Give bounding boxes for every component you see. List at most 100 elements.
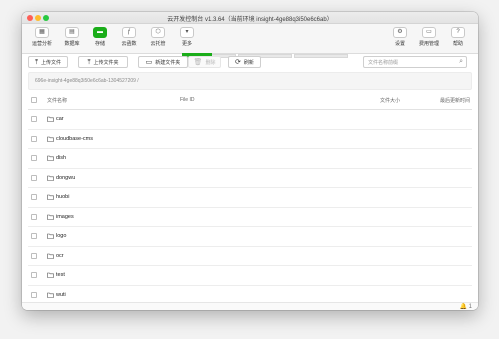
folder-icon: [47, 253, 54, 259]
toolbar-item-storage[interactable]: ▬ 存储: [86, 27, 114, 53]
row-checkbox[interactable]: [31, 252, 37, 259]
refresh-button[interactable]: ⟳ 刷新: [228, 56, 261, 68]
database-icon: ▤: [65, 27, 79, 38]
row-checkbox[interactable]: [31, 291, 37, 298]
upload-icon: ⤒: [34, 58, 39, 66]
folder-name[interactable]: dish: [56, 155, 66, 161]
toolbar-label: 存储: [94, 41, 105, 47]
storage-icon: ▬: [93, 27, 107, 38]
table-row[interactable]: car: [28, 110, 472, 130]
table-row[interactable]: huobi: [28, 188, 472, 208]
help-icon: ?: [451, 27, 465, 38]
delete-button[interactable]: 🗑 删除: [188, 56, 221, 68]
breadcrumb: 696e-insight-4ge88q3i50e6c6ab-1304527209…: [28, 72, 472, 90]
billing-icon: ▭: [422, 27, 436, 38]
column-header-name[interactable]: 文件名称: [47, 97, 67, 104]
row-checkbox[interactable]: [31, 174, 37, 181]
toolbar-item-functions[interactable]: ƒ 云函数: [115, 27, 143, 53]
row-checkbox[interactable]: [31, 116, 37, 122]
bell-icon: 🔔: [459, 304, 467, 310]
folder-icon: [47, 116, 54, 122]
folder-name[interactable]: wuti: [56, 292, 66, 298]
table-row[interactable]: dish: [28, 149, 472, 169]
file-table: 文件名称 File ID 文件大小 最后更新时间 car cloudbase-cm…: [28, 90, 472, 305]
file-search-box[interactable]: ⌕: [363, 56, 467, 68]
folder-icon: [47, 136, 54, 142]
toolbar-label: 设置: [394, 41, 405, 47]
column-header-updated[interactable]: 最后更新时间: [440, 97, 470, 104]
folder-icon: [47, 155, 54, 161]
toolbar-label: 运营分析: [31, 41, 52, 47]
toolbar-item-analytics[interactable]: ▦ 运营分析: [28, 27, 56, 53]
toolbar-item-billing[interactable]: ▭ 费用管理: [415, 27, 443, 53]
new-folder-button[interactable]: ▭ 新建文件夹: [138, 56, 188, 68]
toolbar-item-settings[interactable]: ⚙ 设置: [386, 27, 414, 53]
chart-icon: ▦: [35, 27, 49, 38]
upload-folder-button[interactable]: ⤒ 上传文件夹: [78, 56, 128, 68]
upload-file-button[interactable]: ⤒ 上传文件: [28, 56, 68, 68]
row-checkbox[interactable]: [31, 272, 37, 278]
row-checkbox[interactable]: [31, 194, 37, 200]
more-icon: ▾: [180, 27, 194, 38]
app-window: 云开发控制台 v1.3.64（当前环境 insight-4ge88q3i50e6…: [22, 12, 478, 310]
main-toolbar: ▦ 运营分析 ▤ 数据库 ▬ 存储 ƒ 云函数 ⬡ 云托管 ▾ 更多 ⚙ 设置: [22, 24, 478, 58]
title-bar: 云开发控制台 v1.3.64（当前环境 insight-4ge88q3i50e6…: [22, 12, 478, 24]
folder-plus-icon: ▭: [145, 58, 153, 66]
cloud-hosting-icon: ⬡: [151, 27, 165, 38]
folder-icon: [47, 292, 54, 298]
notification-indicator[interactable]: 🔔 1: [460, 303, 473, 310]
toolbar-item-help[interactable]: ? 帮助: [444, 27, 472, 53]
function-icon: ƒ: [122, 27, 136, 38]
folder-name[interactable]: huobi: [56, 194, 69, 200]
row-checkbox[interactable]: [31, 213, 37, 220]
table-row[interactable]: logo: [28, 227, 472, 247]
folder-name[interactable]: dongwu: [56, 175, 75, 181]
folder-name[interactable]: logo: [56, 233, 66, 239]
table-row[interactable]: ocr: [28, 247, 472, 266]
breadcrumb-path[interactable]: 696e-insight-4ge88q3i50e6c6ab-1304527209…: [35, 78, 139, 84]
refresh-icon: ⟳: [235, 58, 241, 66]
toolbar-item-cloud-hosting[interactable]: ⬡ 云托管: [144, 27, 172, 53]
upload-icon: ⤒: [87, 58, 91, 66]
file-prefix-search-input[interactable]: [368, 58, 454, 67]
storage-action-bar: ⤒ 上传文件 ⤒ 上传文件夹 ▭ 新建文件夹 🗑 删除 ⟳ 刷新 ⌕: [22, 54, 478, 72]
table-row[interactable]: images: [28, 208, 472, 227]
toolbar-label: 费用管理: [418, 41, 439, 47]
select-all-checkbox[interactable]: [31, 97, 37, 103]
table-row[interactable]: test: [28, 266, 472, 286]
toolbar-label: 云函数: [121, 41, 137, 47]
upload-folder-label: 上传文件夹: [93, 59, 119, 66]
folder-icon: [47, 175, 54, 181]
row-checkbox[interactable]: [31, 155, 37, 161]
upload-file-label: 上传文件: [41, 59, 62, 66]
folder-name[interactable]: images: [56, 214, 74, 220]
toolbar-label: 帮助: [452, 41, 463, 47]
table-row[interactable]: dongwu: [28, 169, 472, 188]
toolbar-item-database[interactable]: ▤ 数据库: [58, 27, 86, 53]
folder-name[interactable]: car: [56, 116, 64, 122]
refresh-label: 刷新: [243, 59, 254, 66]
row-checkbox[interactable]: [31, 233, 37, 239]
status-bar: 🔔 1: [22, 302, 478, 310]
folder-name[interactable]: cloudbase-cms: [56, 136, 93, 142]
folder-name[interactable]: test: [56, 272, 65, 278]
folder-icon: [47, 214, 54, 220]
search-icon[interactable]: ⌕: [459, 58, 463, 66]
notification-count: 1: [468, 304, 472, 310]
delete-label: 删除: [205, 59, 216, 66]
table-row[interactable]: cloudbase-cms: [28, 130, 472, 149]
table-header: 文件名称 File ID 文件大小 最后更新时间: [28, 90, 472, 110]
column-header-file-id[interactable]: File ID: [180, 97, 194, 103]
row-checkbox[interactable]: [31, 135, 37, 142]
column-header-size[interactable]: 文件大小: [380, 97, 400, 104]
folder-icon: [47, 233, 54, 239]
toolbar-label: 更多: [181, 41, 192, 47]
toolbar-label: 数据库: [64, 41, 80, 47]
toolbar-label: 云托管: [150, 41, 166, 47]
folder-name[interactable]: ocr: [56, 253, 64, 259]
new-folder-label: 新建文件夹: [155, 59, 181, 66]
folder-icon: [47, 194, 54, 200]
window-title: 云开发控制台 v1.3.64（当前环境 insight-4ge88q3i50e6…: [167, 17, 333, 23]
toolbar-item-more[interactable]: ▾ 更多: [173, 27, 201, 53]
gear-icon: ⚙: [393, 27, 407, 38]
